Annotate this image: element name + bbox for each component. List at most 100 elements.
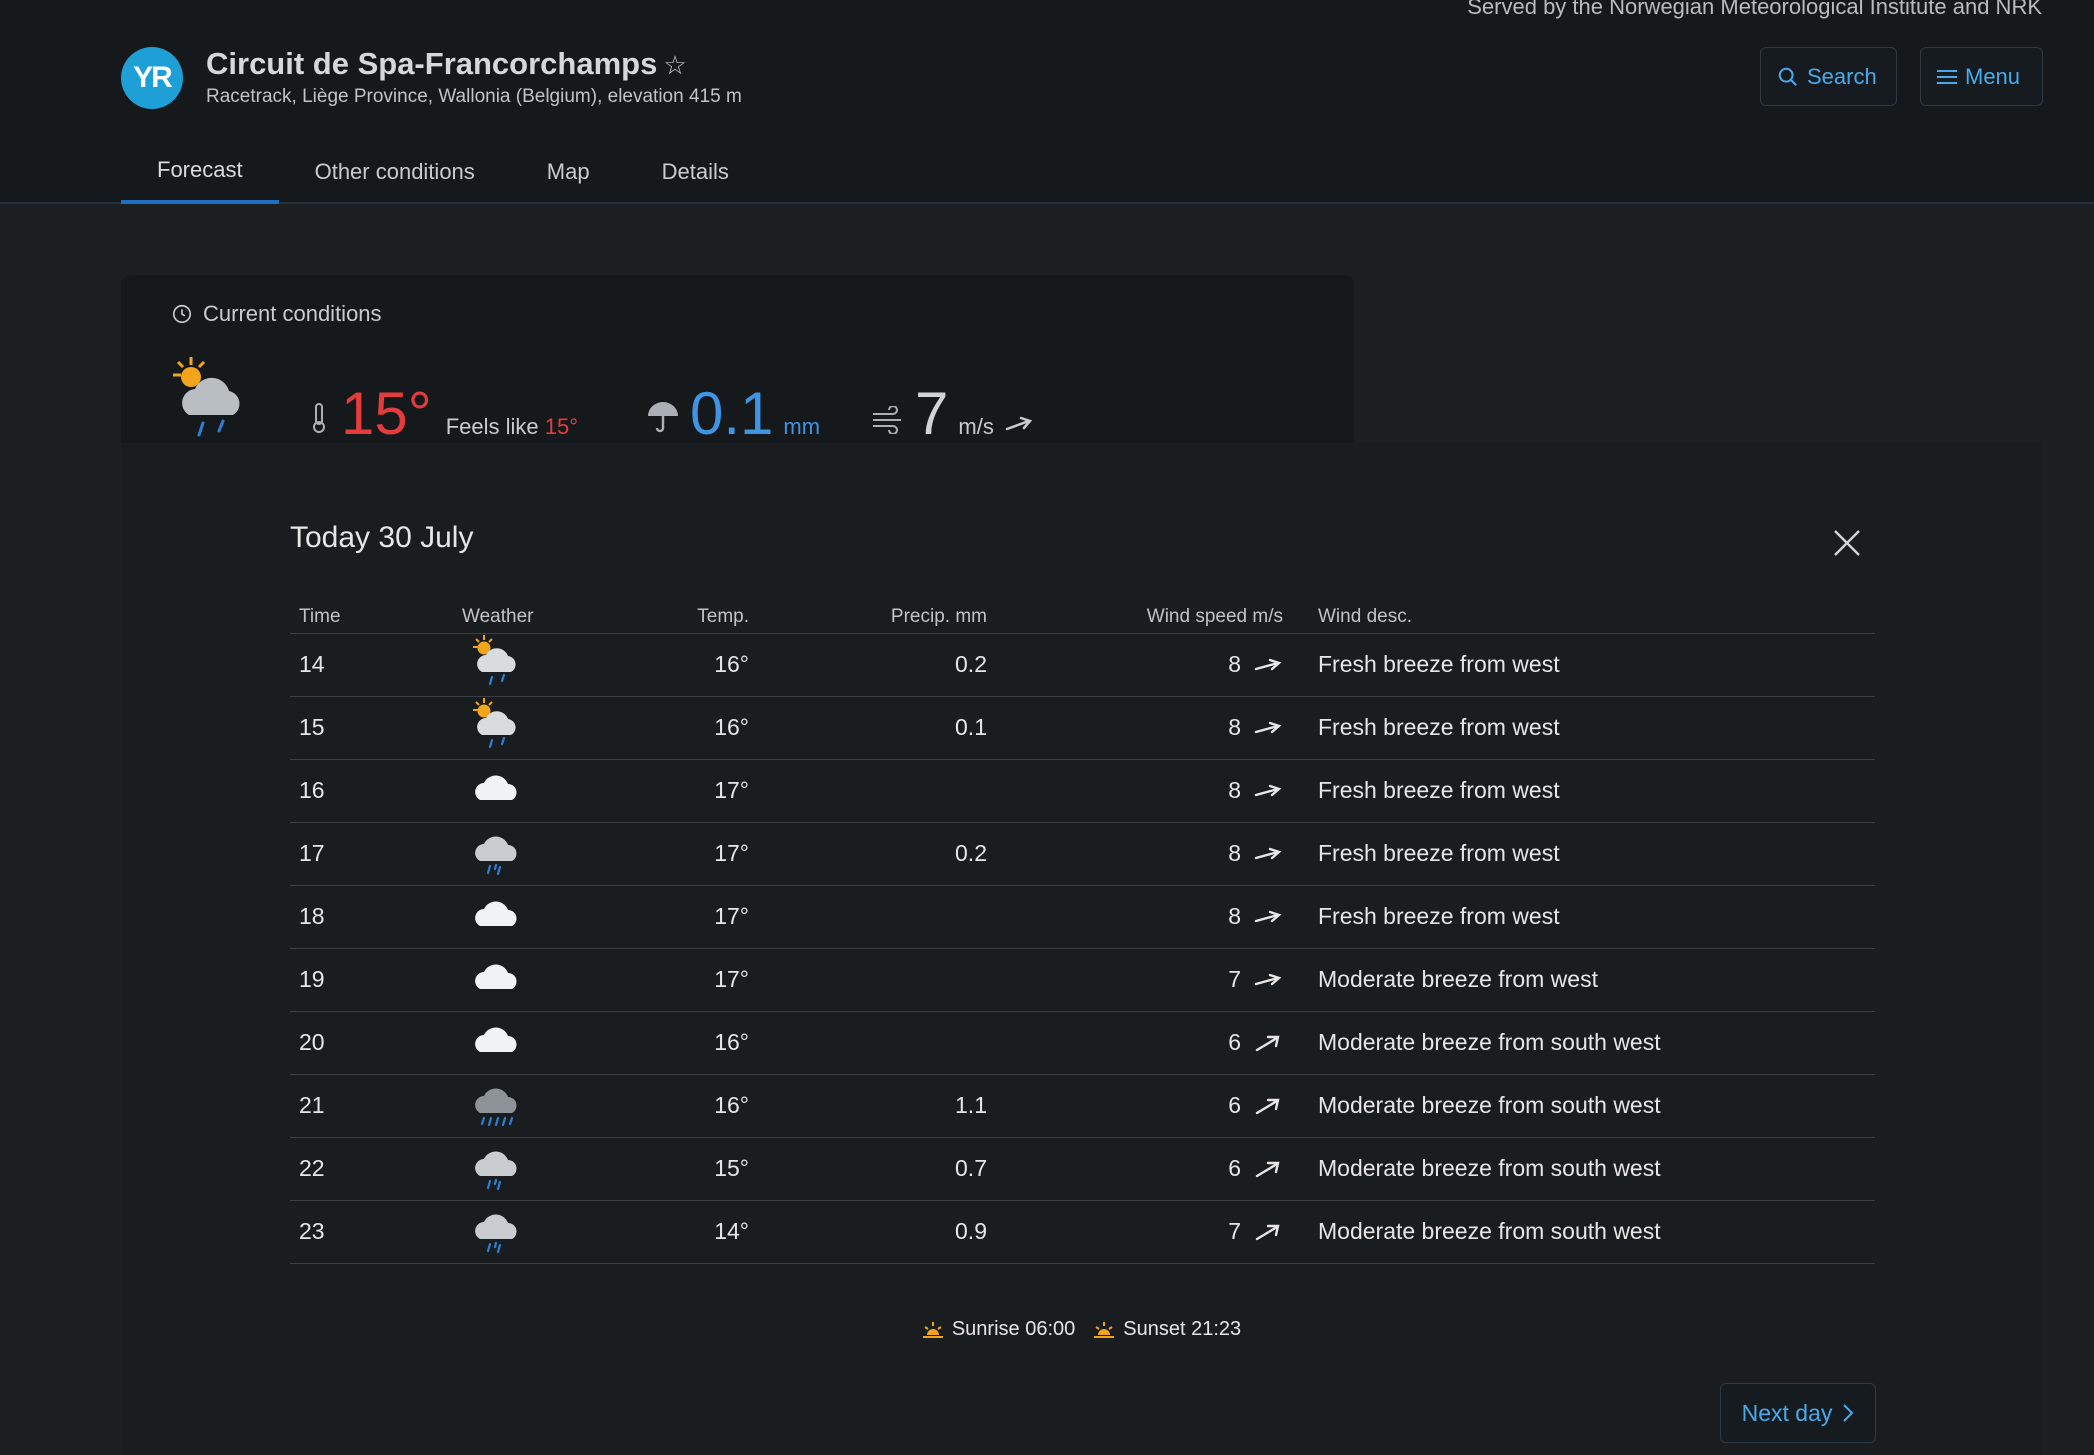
close-icon: [1834, 530, 1860, 556]
table-row[interactable]: 19 17° 7 Moderate breeze from west: [290, 948, 1875, 1012]
cloudy-icon: [470, 760, 526, 822]
row-wind-value: 6: [1228, 1092, 1241, 1118]
row-wind-value: 6: [1228, 1029, 1241, 1055]
search-label: Search: [1807, 63, 1877, 89]
row-time: 17: [290, 822, 453, 886]
row-wind-value: 8: [1228, 777, 1241, 803]
table-row[interactable]: 15 16° 0.1 8 Fresh breeze from west: [290, 696, 1875, 760]
wind-direction-arrow-icon: [1253, 970, 1283, 990]
row-time: 21: [290, 1074, 453, 1138]
sunset-text: Sunset 21:23: [1123, 1318, 1242, 1340]
feels-like-label: Feels like: [445, 414, 539, 439]
row-wind-speed: 8: [996, 822, 1292, 886]
row-precip: [758, 948, 996, 1012]
row-weather: [453, 948, 623, 1012]
header-weather: Weather: [453, 601, 623, 634]
row-precip: [758, 885, 996, 949]
table-row[interactable]: 23 14° 0.9 7 Moderate breeze from south west: [290, 1200, 1875, 1264]
row-wind-value: 8: [1228, 903, 1241, 929]
next-day-button[interactable]: Next day: [1720, 1383, 1876, 1443]
table-row[interactable]: 18 17° 8 Fresh breeze from west: [290, 885, 1875, 949]
hourly-forecast-dialog: Today 30 July Time Weather Temp. Precip.…: [121, 443, 2042, 1455]
sunset: Sunset 21:23: [1093, 1318, 1241, 1341]
cloudy-icon: [470, 886, 526, 948]
dialog-title: Today 30 July: [290, 521, 474, 554]
location-name: Circuit de Spa-Francorchamps: [206, 46, 658, 81]
wind-direction-arrow-icon: [1253, 1096, 1283, 1116]
sunrise-icon: [922, 1321, 943, 1338]
row-wind-speed: 8: [996, 696, 1292, 760]
thermometer-icon: [311, 402, 327, 441]
row-time: 16: [290, 759, 453, 823]
close-button[interactable]: [1827, 523, 1867, 563]
row-precip: 0.2: [758, 633, 996, 697]
heavy-rain-icon: [470, 1075, 526, 1137]
row-wind-desc: Moderate breeze from south west: [1292, 1137, 1875, 1201]
row-wind-desc: Moderate breeze from south west: [1292, 1074, 1875, 1138]
row-time: 18: [290, 885, 453, 949]
row-wind-desc: Fresh breeze from west: [1292, 885, 1875, 949]
row-weather: [453, 1011, 623, 1075]
hourly-table: Time Weather Temp. Precip. mm Wind speed…: [290, 601, 1875, 1264]
row-time: 15: [290, 696, 453, 760]
search-icon: [1778, 67, 1797, 86]
row-weather: [453, 1074, 623, 1138]
row-time: 23: [290, 1200, 453, 1264]
row-precip: 1.1: [758, 1074, 996, 1138]
sunrise: Sunrise 06:00: [922, 1318, 1075, 1341]
tab-forecast[interactable]: Forecast: [121, 140, 279, 204]
row-wind-desc: Moderate breeze from south west: [1292, 1011, 1875, 1075]
tab-other-conditions[interactable]: Other conditions: [279, 140, 511, 204]
row-weather: [453, 1200, 623, 1264]
row-temp: 14°: [623, 1200, 758, 1264]
current-wind: 7 m/s: [871, 379, 1034, 448]
wind-direction-arrow-icon: [1253, 781, 1283, 801]
current-conditions-title: Current conditions: [203, 301, 382, 326]
light-rain-icon: [470, 1201, 526, 1263]
table-row[interactable]: 17 17° 0.2 8 Fresh breeze from west: [290, 822, 1875, 886]
table-row[interactable]: 20 16° 6 Moderate breeze from south west: [290, 1011, 1875, 1075]
wind-direction-arrow-icon: [1253, 844, 1283, 864]
row-precip: 0.2: [758, 822, 996, 886]
tab-map[interactable]: Map: [511, 140, 626, 204]
header-time: Time: [290, 601, 453, 634]
row-wind-speed: 8: [996, 633, 1292, 697]
location-subtitle: Racetrack, Liège Province, Wallonia (Bel…: [206, 86, 742, 107]
wind-unit: m/s: [958, 414, 994, 439]
partly-cloudy-light-rain-icon: [169, 355, 253, 450]
row-time: 22: [290, 1137, 453, 1201]
row-wind-speed: 7: [996, 1200, 1292, 1264]
row-wind-speed: 6: [996, 1074, 1292, 1138]
favorite-star-icon[interactable]: ☆: [663, 50, 686, 80]
current-precipitation: 0.1 mm: [646, 379, 820, 448]
table-header-row: Time Weather Temp. Precip. mm Wind speed…: [290, 601, 1875, 634]
partly-cloudy-light-rain-icon: [470, 634, 526, 696]
table-row[interactable]: 21 16° 1.1 6 Moderate breeze from south west: [290, 1074, 1875, 1138]
header-temp: Temp.: [623, 601, 758, 634]
table-row[interactable]: 14 16° 0.2 8 Fresh breeze from west: [290, 633, 1875, 697]
wind-direction-arrow-icon: [1005, 416, 1032, 431]
row-precip: 0.7: [758, 1137, 996, 1201]
row-weather: [453, 633, 623, 697]
row-precip: [758, 759, 996, 823]
row-wind-desc: Fresh breeze from west: [1292, 633, 1875, 697]
wind-direction-arrow-icon: [1253, 655, 1283, 675]
table-row[interactable]: 16 17° 8 Fresh breeze from west: [290, 759, 1875, 823]
menu-button[interactable]: Menu: [1920, 47, 2043, 106]
row-precip: 0.1: [758, 696, 996, 760]
row-precip: [758, 1011, 996, 1075]
chevron-right-icon: [1843, 1404, 1854, 1422]
feels-like-value: 15°: [544, 414, 579, 439]
site-header: Served by the Norwegian Meteorological I…: [0, 0, 2094, 204]
sunset-icon: [1094, 1321, 1115, 1338]
header-wind-speed: Wind speed m/s: [996, 601, 1292, 634]
tab-details[interactable]: Details: [626, 140, 765, 204]
row-time: 19: [290, 948, 453, 1012]
light-rain-icon: [470, 1138, 526, 1200]
search-button[interactable]: Search: [1760, 47, 1897, 106]
wind-value: 7: [915, 380, 949, 447]
table-row[interactable]: 22 15° 0.7 6 Moderate breeze from south west: [290, 1137, 1875, 1201]
sun-times: Sunrise 06:00 Sunset 21:23: [121, 1318, 2042, 1341]
yr-logo[interactable]: YR: [121, 47, 183, 109]
row-wind-value: 8: [1228, 840, 1241, 866]
